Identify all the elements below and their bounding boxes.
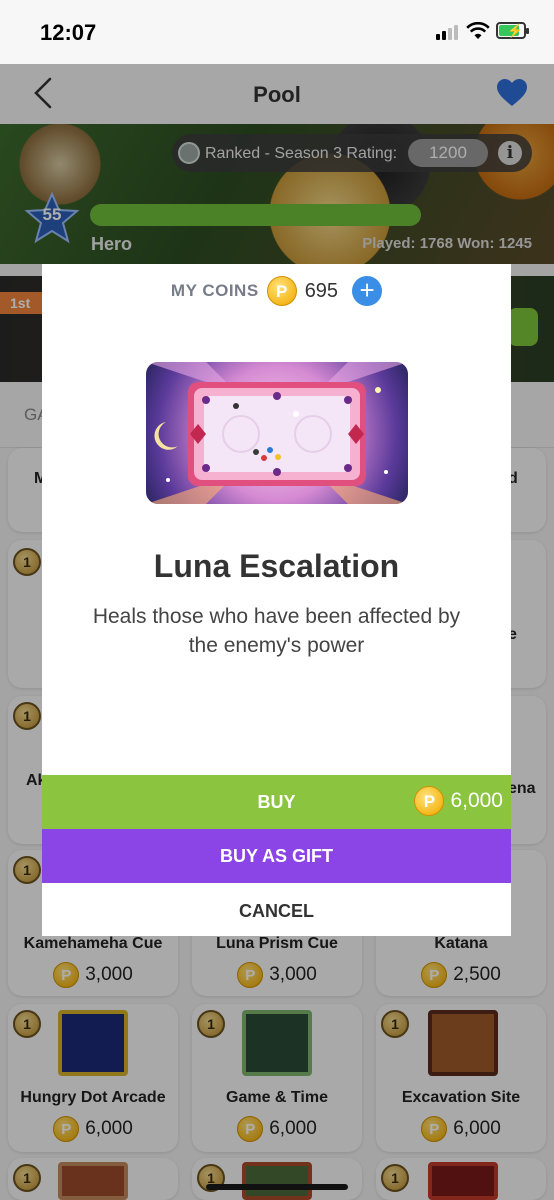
signal-icon bbox=[436, 25, 458, 40]
cancel-label: CANCEL bbox=[239, 901, 314, 921]
wifi-icon bbox=[466, 22, 490, 39]
gift-label: BUY AS GIFT bbox=[219, 846, 333, 866]
buy-as-gift-button[interactable]: BUY AS GIFT bbox=[42, 829, 511, 883]
item-description: Heals those who have been affected by th… bbox=[92, 605, 461, 657]
my-coins-row: MY COINS P 695 + bbox=[42, 276, 511, 306]
plus-icon[interactable]: + bbox=[352, 276, 383, 306]
coin-icon: P bbox=[414, 786, 445, 816]
buy-price-value: 6,000 bbox=[450, 789, 503, 812]
battery-icon: ⚡ bbox=[496, 22, 529, 39]
item-title: Luna Escalation bbox=[153, 548, 400, 584]
my-coins-label: MY COINS bbox=[170, 281, 259, 300]
purchase-dialog: MY COINS P 695 + Luna Escalation Heals t… bbox=[42, 264, 511, 936]
coin-icon: P bbox=[266, 276, 297, 306]
buy-button[interactable]: BUY P 6,000 bbox=[42, 775, 511, 829]
status-time: 12:07 bbox=[40, 20, 97, 45]
luna-table-icon bbox=[146, 362, 408, 504]
buy-price: P 6,000 bbox=[414, 786, 503, 816]
my-coins-value: 695 bbox=[304, 279, 339, 302]
home-indicator[interactable] bbox=[206, 1184, 348, 1190]
cancel-button[interactable]: CANCEL bbox=[42, 883, 511, 936]
item-preview-image bbox=[146, 362, 408, 504]
status-bar: 12:07 ⚡ bbox=[0, 0, 554, 64]
